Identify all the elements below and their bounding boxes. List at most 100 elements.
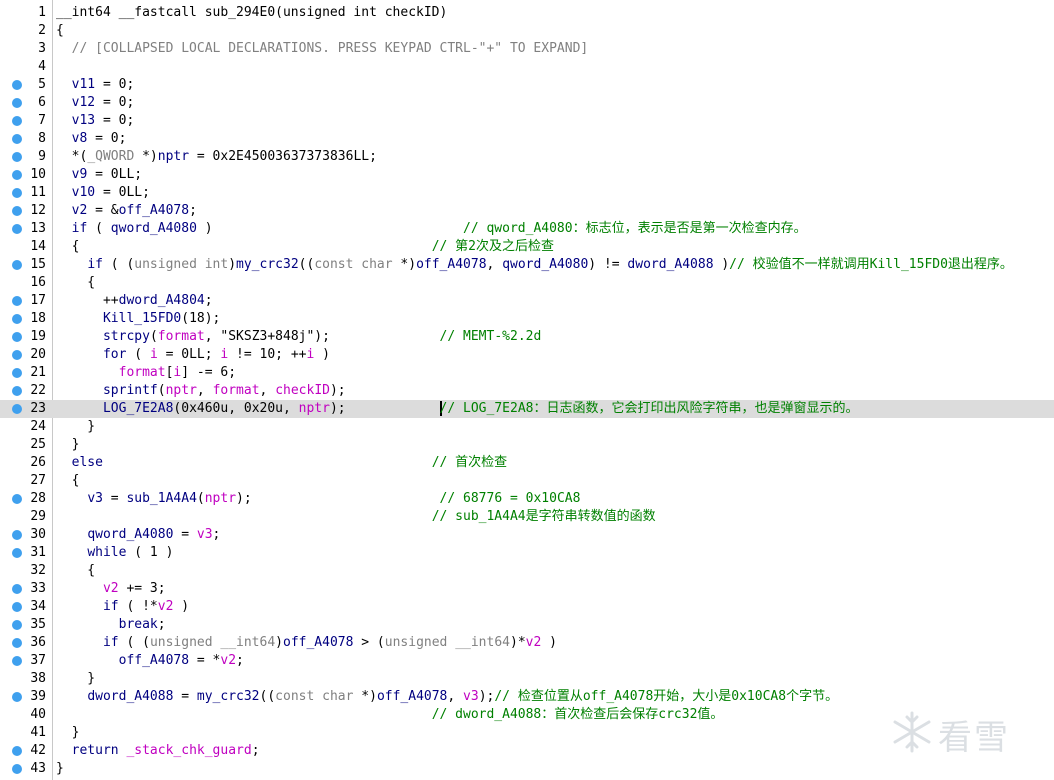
code-text[interactable]: return _stack_chk_guard; <box>56 742 260 760</box>
code-line[interactable]: 24 } <box>0 418 1054 436</box>
code-line[interactable]: 6 v12 = 0; <box>0 94 1054 112</box>
code-text[interactable]: v11 = 0; <box>56 76 135 94</box>
breakpoint-marker-icon[interactable] <box>12 350 22 360</box>
code-line[interactable]: 7 v13 = 0; <box>0 112 1054 130</box>
breakpoint-marker-icon[interactable] <box>12 170 22 180</box>
code-text[interactable]: } <box>56 436 80 454</box>
breakpoint-marker-icon[interactable] <box>12 260 22 270</box>
code-text[interactable]: { <box>56 562 95 580</box>
code-line[interactable]: 14 { // 第2次及之后检查 <box>0 238 1054 256</box>
code-line[interactable]: 37 off_A4078 = *v2; <box>0 652 1054 670</box>
code-line[interactable]: 19 strcpy(format, "SKSZ3+848j"); // MEMT… <box>0 328 1054 346</box>
breakpoint-marker-icon[interactable] <box>12 224 22 234</box>
code-line[interactable]: 36 if ( (unsigned __int64)off_A4078 > (u… <box>0 634 1054 652</box>
code-text[interactable]: ++dword_A4804; <box>56 292 213 310</box>
breakpoint-marker-icon[interactable] <box>12 764 22 774</box>
code-line[interactable]: 2{ <box>0 22 1054 40</box>
breakpoint-marker-icon[interactable] <box>12 404 22 414</box>
breakpoint-marker-icon[interactable] <box>12 98 22 108</box>
code-line[interactable]: 35 break; <box>0 616 1054 634</box>
breakpoint-marker-icon[interactable] <box>12 494 22 504</box>
code-text[interactable]: break; <box>56 616 166 634</box>
breakpoint-marker-icon[interactable] <box>12 602 22 612</box>
code-text[interactable]: { // 第2次及之后检查 <box>56 238 554 256</box>
code-line[interactable]: 33 v2 += 3; <box>0 580 1054 598</box>
code-line[interactable]: 22 sprintf(nptr, format, checkID); <box>0 382 1054 400</box>
code-line[interactable]: 30 qword_A4080 = v3; <box>0 526 1054 544</box>
code-text[interactable]: if ( (unsigned int)my_crc32((const char … <box>56 256 1013 274</box>
code-text[interactable]: v9 = 0LL; <box>56 166 142 184</box>
breakpoint-marker-icon[interactable] <box>12 746 22 756</box>
code-text[interactable]: qword_A4080 = v3; <box>56 526 220 544</box>
breakpoint-marker-icon[interactable] <box>12 368 22 378</box>
breakpoint-marker-icon[interactable] <box>12 332 22 342</box>
code-line[interactable]: 23 LOG_7E2A8(0x460u, 0x20u, nptr); // LO… <box>0 400 1054 418</box>
code-line[interactable]: 16 { <box>0 274 1054 292</box>
code-text[interactable]: for ( i = 0LL; i != 10; ++i ) <box>56 346 330 364</box>
breakpoint-marker-icon[interactable] <box>12 206 22 216</box>
code-text[interactable]: { <box>56 274 95 292</box>
breakpoint-marker-icon[interactable] <box>12 116 22 126</box>
code-line[interactable]: 5 v11 = 0; <box>0 76 1054 94</box>
code-text[interactable]: v2 += 3; <box>56 580 166 598</box>
breakpoint-marker-icon[interactable] <box>12 314 22 324</box>
code-text[interactable]: sprintf(nptr, format, checkID); <box>56 382 346 400</box>
code-text[interactable]: { <box>56 472 80 490</box>
code-line[interactable]: 4 <box>0 58 1054 76</box>
code-line[interactable]: 18 Kill_15FD0(18); <box>0 310 1054 328</box>
code-text[interactable]: __int64 __fastcall sub_294E0(unsigned in… <box>56 4 447 22</box>
code-text[interactable]: v12 = 0; <box>56 94 135 112</box>
code-line[interactable]: 31 while ( 1 ) <box>0 544 1054 562</box>
code-line[interactable]: 15 if ( (unsigned int)my_crc32((const ch… <box>0 256 1054 274</box>
code-line[interactable]: 3 // [COLLAPSED LOCAL DECLARATIONS. PRES… <box>0 40 1054 58</box>
breakpoint-marker-icon[interactable] <box>12 134 22 144</box>
code-text[interactable]: dword_A4088 = my_crc32((const char *)off… <box>56 688 838 706</box>
breakpoint-marker-icon[interactable] <box>12 386 22 396</box>
code-text[interactable]: LOG_7E2A8(0x460u, 0x20u, nptr); // LOG_7… <box>56 400 858 418</box>
code-line[interactable]: 13 if ( qword_A4080 ) // qword_A4080：标志位… <box>0 220 1054 238</box>
code-text[interactable]: // dword_A4088：首次检查后会保存crc32值。 <box>56 706 724 724</box>
code-line[interactable]: 21 format[i] -= 6; <box>0 364 1054 382</box>
code-line[interactable]: 38 } <box>0 670 1054 688</box>
code-text[interactable]: } <box>56 760 64 778</box>
code-text[interactable]: Kill_15FD0(18); <box>56 310 220 328</box>
code-text[interactable]: } <box>56 670 95 688</box>
breakpoint-marker-icon[interactable] <box>12 548 22 558</box>
code-line[interactable]: 25 } <box>0 436 1054 454</box>
breakpoint-marker-icon[interactable] <box>12 638 22 648</box>
code-text[interactable]: v3 = sub_1A4A4(nptr); // 68776 = 0x10CA8 <box>56 490 580 508</box>
breakpoint-marker-icon[interactable] <box>12 692 22 702</box>
code-text[interactable]: else // 首次检查 <box>56 454 508 472</box>
code-line[interactable]: 34 if ( !*v2 ) <box>0 598 1054 616</box>
code-text[interactable]: // [COLLAPSED LOCAL DECLARATIONS. PRESS … <box>56 40 589 58</box>
code-text[interactable]: *(_QWORD *)nptr = 0x2E45003637373836LL; <box>56 148 377 166</box>
code-line[interactable]: 1 __int64 __fastcall sub_294E0(unsigned i… <box>0 4 1054 22</box>
code-line[interactable]: 11 v10 = 0LL; <box>0 184 1054 202</box>
code-line[interactable]: 27 { <box>0 472 1054 490</box>
code-text[interactable]: off_A4078 = *v2; <box>56 652 244 670</box>
code-line[interactable]: 20 for ( i = 0LL; i != 10; ++i ) <box>0 346 1054 364</box>
code-line[interactable]: 10 v9 = 0LL; <box>0 166 1054 184</box>
code-line[interactable]: 28 v3 = sub_1A4A4(nptr); // 68776 = 0x10… <box>0 490 1054 508</box>
breakpoint-marker-icon[interactable] <box>12 620 22 630</box>
code-line[interactable]: 29 // sub_1A4A4是字符串转数值的函数 <box>0 508 1054 526</box>
code-text[interactable]: if ( !*v2 ) <box>56 598 189 616</box>
code-line[interactable]: 8 v8 = 0; <box>0 130 1054 148</box>
code-line[interactable]: 17 ++dword_A4804; <box>0 292 1054 310</box>
code-text[interactable]: while ( 1 ) <box>56 544 173 562</box>
code-text[interactable]: { <box>56 22 64 40</box>
code-line[interactable]: 12 v2 = &off_A4078; <box>0 202 1054 220</box>
breakpoint-marker-icon[interactable] <box>12 296 22 306</box>
code-line[interactable]: 26 else // 首次检查 <box>0 454 1054 472</box>
code-text[interactable]: format[i] -= 6; <box>56 364 236 382</box>
code-line[interactable]: 9 *(_QWORD *)nptr = 0x2E45003637373836LL… <box>0 148 1054 166</box>
code-text[interactable]: strcpy(format, "SKSZ3+848j"); // MEMT-%2… <box>56 328 541 346</box>
code-text[interactable]: v10 = 0LL; <box>56 184 150 202</box>
code-text[interactable]: v2 = &off_A4078; <box>56 202 197 220</box>
breakpoint-marker-icon[interactable] <box>12 656 22 666</box>
breakpoint-marker-icon[interactable] <box>12 584 22 594</box>
code-text[interactable]: if ( qword_A4080 ) // qword_A4080：标志位，表示… <box>56 220 807 238</box>
code-text[interactable]: v13 = 0; <box>56 112 135 130</box>
code-line[interactable]: 43} <box>0 760 1054 778</box>
breakpoint-marker-icon[interactable] <box>12 152 22 162</box>
